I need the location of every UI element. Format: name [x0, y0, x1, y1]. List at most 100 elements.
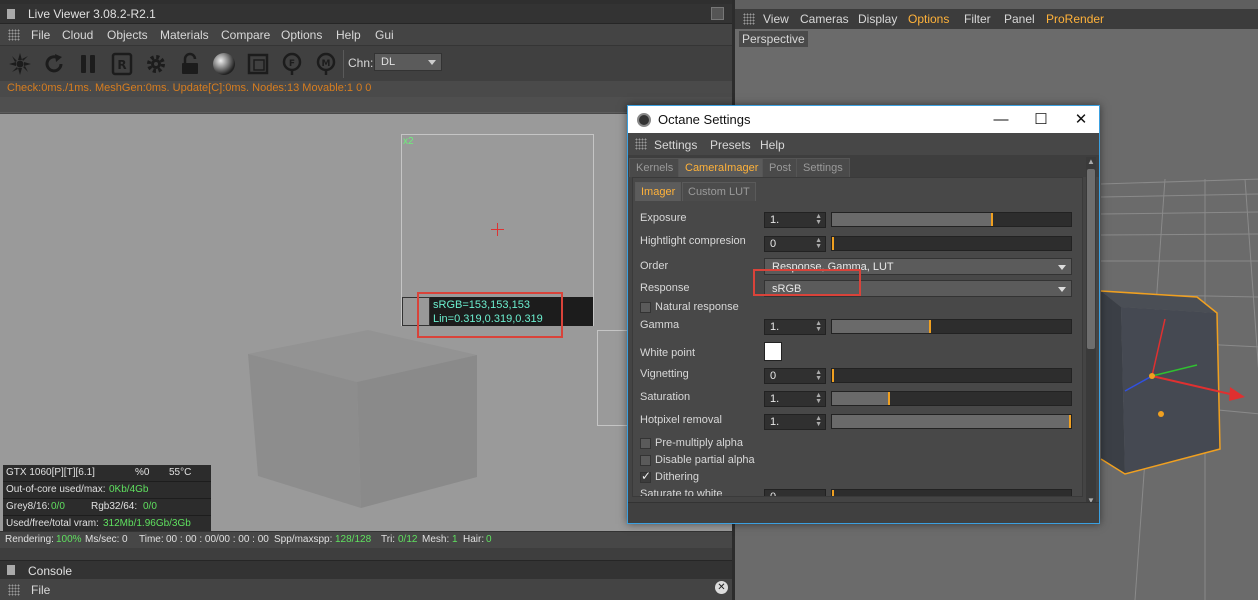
menu-options[interactable]: Options: [281, 28, 322, 42]
pick-focus-icon[interactable]: F: [278, 50, 306, 78]
spinner-icon[interactable]: ▲ ▼: [815, 392, 822, 405]
spinner-icon[interactable]: ▲ ▼: [815, 213, 822, 226]
scrollbar-thumb[interactable]: [1087, 169, 1095, 349]
menu-options[interactable]: Options: [908, 12, 949, 26]
saturate-white-input[interactable]: 0: [764, 489, 826, 497]
time-value: 00 : 00 : 00/00 : 00 : 00: [166, 534, 269, 545]
exposure-slider[interactable]: [831, 212, 1072, 227]
close-icon[interactable]: ✕: [715, 581, 728, 594]
channel-select[interactable]: DL: [374, 53, 442, 71]
saturate-white-slider-handle[interactable]: [832, 490, 834, 496]
menu-panel[interactable]: Panel: [1004, 12, 1035, 26]
menu-grip-icon[interactable]: [743, 13, 755, 25]
vignetting-input[interactable]: 0 ▲ ▼: [764, 368, 826, 384]
clay-mode-icon[interactable]: [244, 50, 272, 78]
saturation-slider-fill: [832, 392, 889, 405]
menu-prorender[interactable]: ProRender: [1046, 12, 1104, 26]
window-minimize-button[interactable]: [711, 7, 724, 20]
menu-gui[interactable]: Gui: [375, 28, 394, 42]
menu-cameras[interactable]: Cameras: [800, 12, 849, 26]
octane-titlebar[interactable]: Octane Settings — ☐ ✕: [628, 106, 1099, 133]
menu-cloud[interactable]: Cloud: [62, 28, 93, 42]
vignetting-slider-handle[interactable]: [832, 369, 834, 382]
tab-kernels[interactable]: Kernels: [629, 158, 681, 177]
menu-grip-icon[interactable]: [8, 584, 20, 596]
whitepoint-color-swatch[interactable]: [764, 342, 782, 361]
saturation-label: Saturation: [640, 391, 691, 403]
menu-grip-icon[interactable]: [8, 29, 20, 41]
rgb-label: Rgb32/64:: [91, 501, 138, 512]
minimize-icon[interactable]: —: [986, 110, 1016, 130]
tab-settings[interactable]: Settings: [796, 158, 850, 177]
hotpixel-input[interactable]: 1. ▲ ▼: [764, 414, 826, 430]
disable-partial-alpha-checkbox[interactable]: [640, 455, 651, 466]
exposure-slider-handle[interactable]: [991, 213, 993, 226]
gamma-slider[interactable]: [831, 319, 1072, 334]
saturation-input[interactable]: 1. ▲ ▼: [764, 391, 826, 407]
close-icon[interactable]: ✕: [1066, 110, 1096, 130]
octane-menu-help[interactable]: Help: [760, 138, 785, 152]
panel-gap: [0, 548, 732, 560]
subtab-custom-lut[interactable]: Custom LUT: [682, 182, 756, 201]
gamma-slider-handle[interactable]: [929, 320, 931, 333]
saturate-white-value: 0: [770, 491, 777, 497]
window-grip-icon[interactable]: [7, 565, 15, 575]
menu-objects[interactable]: Objects: [107, 28, 148, 42]
menu-file[interactable]: File: [31, 28, 50, 42]
dithering-label: Dithering: [655, 471, 700, 483]
pick-material-icon[interactable]: M: [312, 50, 340, 78]
maximize-icon[interactable]: ☐: [1026, 110, 1056, 130]
spinner-icon[interactable]: ▲ ▼: [815, 369, 822, 382]
window-grip-icon[interactable]: [7, 9, 15, 19]
grey-value: 0/0: [51, 501, 65, 512]
menu-display[interactable]: Display: [858, 12, 897, 26]
ooc-value: 0Kb/4Gb: [109, 484, 149, 495]
svg-text:R: R: [117, 58, 126, 72]
dithering-checkbox[interactable]: [640, 469, 651, 483]
menu-help[interactable]: Help: [336, 28, 361, 42]
region-render-icon[interactable]: R: [108, 50, 136, 78]
start-render-icon[interactable]: [6, 50, 34, 78]
menu-materials[interactable]: Materials: [160, 28, 209, 42]
pause-icon[interactable]: [74, 50, 102, 78]
spinner-icon[interactable]: ▲ ▼: [815, 320, 822, 333]
menu-filter[interactable]: Filter: [964, 12, 991, 26]
live-viewer-titlebar[interactable]: Live Viewer 3.08.2-R2.1: [0, 4, 732, 24]
menu-view[interactable]: View: [763, 12, 789, 26]
scroll-up-icon[interactable]: ▲: [1087, 158, 1095, 166]
gpu-info-panel: GTX 1060[P][T][6.1] %0 55°C Out-of-core …: [3, 465, 211, 531]
console-titlebar[interactable]: Console: [0, 560, 732, 579]
gamma-input[interactable]: 1. ▲ ▼: [764, 319, 826, 335]
console-menu-file[interactable]: File: [31, 583, 50, 597]
natural-response-checkbox[interactable]: [640, 302, 651, 313]
exposure-input[interactable]: 1. ▲ ▼: [764, 212, 826, 228]
saturation-slider[interactable]: [831, 391, 1072, 406]
gamma-value: 1.: [770, 321, 780, 333]
saturate-white-label: Saturate to white: [640, 488, 723, 497]
octane-scrollbar[interactable]: ▲ ▼: [1086, 157, 1096, 507]
exposure-slider-fill: [832, 213, 992, 226]
saturate-white-slider[interactable]: [831, 489, 1072, 496]
highlight-input[interactable]: 0 ▲ ▼: [764, 236, 826, 252]
tab-cameraimager[interactable]: CameraImager: [678, 158, 766, 177]
material-preview-icon[interactable]: [210, 50, 238, 78]
subtab-imager[interactable]: Imager: [635, 182, 682, 201]
tab-post[interactable]: Post: [762, 158, 799, 177]
lock-icon[interactable]: [176, 50, 204, 78]
premultiply-alpha-checkbox[interactable]: [640, 438, 651, 449]
menu-grip-icon[interactable]: [635, 138, 647, 150]
highlight-slider[interactable]: [831, 236, 1072, 251]
spinner-icon[interactable]: ▲ ▼: [815, 415, 822, 428]
highlight-slider-handle[interactable]: [832, 237, 834, 250]
render-viewport[interactable]: x2 sRGB=153,153,153 Lin=0.319,0.319,0.31…: [0, 114, 732, 531]
octane-menu-settings[interactable]: Settings: [654, 138, 697, 152]
settings-gear-icon[interactable]: [142, 50, 170, 78]
spinner-icon[interactable]: ▲ ▼: [815, 237, 822, 250]
hotpixel-slider[interactable]: [831, 414, 1072, 429]
octane-menu-presets[interactable]: Presets: [710, 138, 751, 152]
hotpixel-slider-handle[interactable]: [1069, 415, 1071, 428]
vignetting-slider[interactable]: [831, 368, 1072, 383]
saturation-slider-handle[interactable]: [888, 392, 890, 405]
menu-compare[interactable]: Compare: [221, 28, 270, 42]
restart-icon[interactable]: [40, 50, 68, 78]
